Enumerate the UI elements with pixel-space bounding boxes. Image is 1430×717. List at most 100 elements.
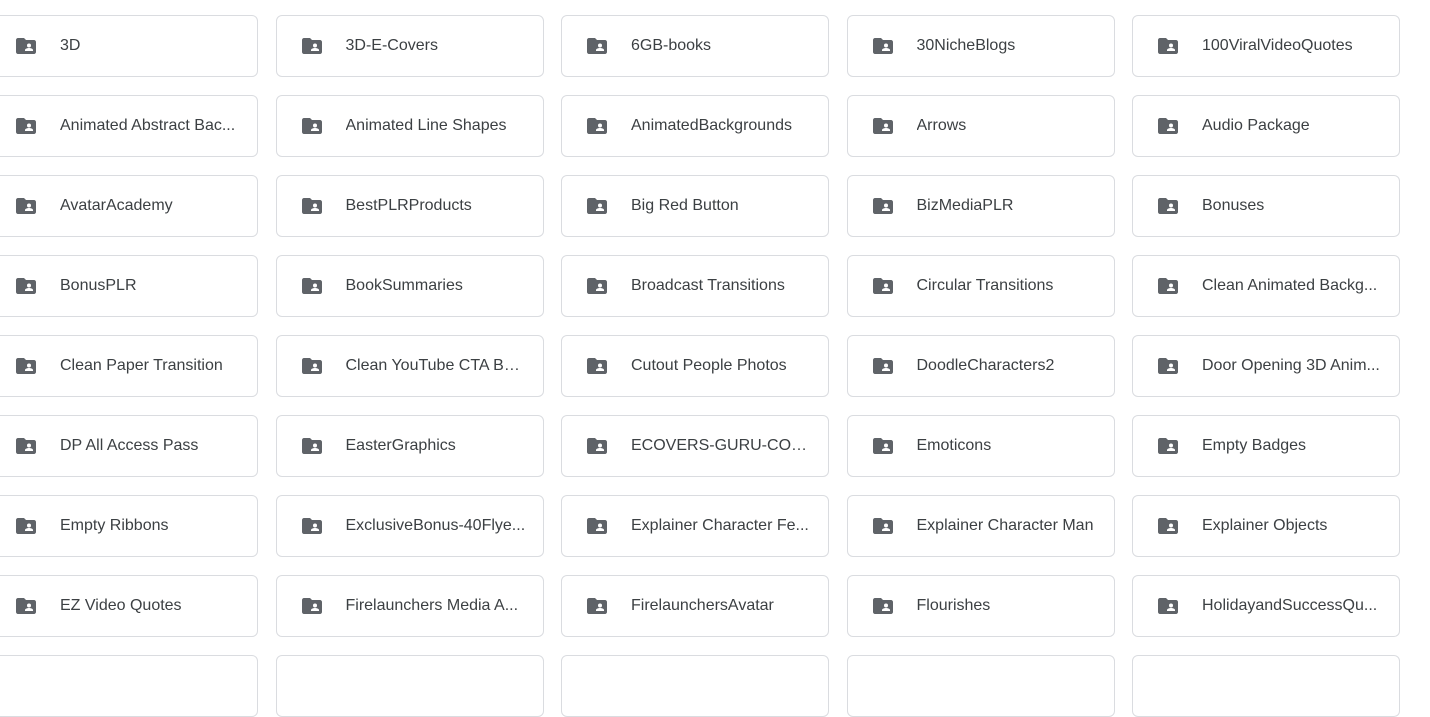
folder-item[interactable]: BonusPLR: [0, 255, 258, 317]
shared-folder-icon: [12, 354, 40, 378]
folder-item[interactable]: Flourishes: [846, 575, 1115, 637]
folder-item[interactable]: Clean YouTube CTA Bu...: [275, 335, 544, 397]
folder-name: AnimatedBackgrounds: [631, 117, 792, 134]
folder-name: EasterGraphics: [345, 437, 456, 454]
folder-item[interactable]: HolidayandSuccessQu...: [1132, 575, 1400, 637]
folder-item-partial[interactable]: [275, 655, 544, 717]
folder-name: Bonuses: [1202, 197, 1265, 214]
folder-item[interactable]: AnimatedBackgrounds: [561, 95, 829, 157]
shared-folder-icon: [1154, 594, 1182, 618]
shared-folder-icon: [583, 114, 611, 138]
shared-folder-icon: [583, 594, 611, 618]
shared-folder-icon: [1154, 194, 1182, 218]
folder-name: Arrows: [916, 117, 967, 134]
folder-item[interactable]: Arrows: [846, 95, 1115, 157]
shared-folder-icon: [869, 114, 897, 138]
folder-item[interactable]: Empty Ribbons: [0, 495, 258, 557]
folder-item[interactable]: Animated Line Shapes: [275, 95, 544, 157]
shared-folder-icon: [298, 434, 326, 458]
shared-folder-icon: [12, 114, 40, 138]
folder-name: ExclusiveBonus-40Flye...: [345, 517, 526, 534]
folder-name: AvatarAcademy: [60, 197, 173, 214]
folder-item[interactable]: Broadcast Transitions: [561, 255, 829, 317]
folder-item[interactable]: Clean Animated Backg...: [1132, 255, 1400, 317]
folder-item-partial[interactable]: [1132, 655, 1400, 717]
shared-folder-icon: [583, 354, 611, 378]
folder-item-partial[interactable]: [561, 655, 829, 717]
folder-name: Clean Animated Backg...: [1202, 277, 1378, 294]
folder-item[interactable]: BookSummaries: [275, 255, 544, 317]
folder-name: 3D-E-Covers: [345, 37, 438, 54]
shared-folder-icon: [1154, 34, 1182, 58]
folder-name: ECOVERS-GURU-COLL...: [631, 437, 811, 454]
folder-item[interactable]: Explainer Character Fe...: [561, 495, 829, 557]
folder-item[interactable]: Bonuses: [1132, 175, 1400, 237]
folder-item[interactable]: Big Red Button: [561, 175, 829, 237]
shared-folder-icon: [298, 514, 326, 538]
folder-name: Explainer Character Man: [916, 517, 1094, 534]
folder-item[interactable]: Emoticons: [846, 415, 1115, 477]
shared-folder-icon: [583, 274, 611, 298]
folder-item[interactable]: Empty Badges: [1132, 415, 1400, 477]
folder-name: 30NicheBlogs: [916, 37, 1016, 54]
folder-name: BizMediaPLR: [916, 197, 1014, 214]
folder-name: Empty Ribbons: [60, 517, 169, 534]
folder-name: Clean Paper Transition: [60, 357, 223, 374]
folder-item[interactable]: DoodleCharacters2: [846, 335, 1115, 397]
folder-item[interactable]: BestPLRProducts: [275, 175, 544, 237]
folder-name: Cutout People Photos: [631, 357, 787, 374]
shared-folder-icon: [298, 194, 326, 218]
shared-folder-icon: [869, 34, 897, 58]
folder-item[interactable]: ECOVERS-GURU-COLL...: [561, 415, 829, 477]
shared-folder-icon: [12, 434, 40, 458]
folder-name: 100ViralVideoQuotes: [1202, 37, 1353, 54]
shared-folder-icon: [12, 194, 40, 218]
folder-item[interactable]: Clean Paper Transition: [0, 335, 258, 397]
shared-folder-icon: [298, 354, 326, 378]
folder-item[interactable]: DP All Access Pass: [0, 415, 258, 477]
folder-name: HolidayandSuccessQu...: [1202, 597, 1378, 614]
shared-folder-icon: [869, 594, 897, 618]
shared-folder-icon: [1154, 114, 1182, 138]
folder-name: Firelaunchers Media A...: [345, 597, 519, 614]
folder-name: DoodleCharacters2: [916, 357, 1055, 374]
folder-name: EZ Video Quotes: [60, 597, 182, 614]
folder-item[interactable]: ExclusiveBonus-40Flye...: [275, 495, 544, 557]
folder-name: BookSummaries: [345, 277, 463, 294]
folder-item[interactable]: Explainer Character Man: [846, 495, 1115, 557]
shared-folder-icon: [298, 274, 326, 298]
folder-name: 3D: [60, 37, 81, 54]
folder-item[interactable]: 3D: [0, 15, 258, 77]
folder-name: Clean YouTube CTA Bu...: [345, 357, 526, 374]
folder-item[interactable]: BizMediaPLR: [846, 175, 1115, 237]
folder-name: BestPLRProducts: [345, 197, 472, 214]
shared-folder-icon: [869, 434, 897, 458]
folder-item[interactable]: EasterGraphics: [275, 415, 544, 477]
folder-item[interactable]: 100ViralVideoQuotes: [1132, 15, 1400, 77]
folder-name: Broadcast Transitions: [631, 277, 785, 294]
folder-item-partial[interactable]: [0, 655, 258, 717]
shared-folder-icon: [12, 274, 40, 298]
folder-item[interactable]: Cutout People Photos: [561, 335, 829, 397]
folder-item[interactable]: AvatarAcademy: [0, 175, 258, 237]
shared-folder-icon: [583, 34, 611, 58]
folder-item[interactable]: Animated Abstract Bac...: [0, 95, 258, 157]
folder-item[interactable]: FirelaunchersAvatar: [561, 575, 829, 637]
folder-name: FirelaunchersAvatar: [631, 597, 774, 614]
shared-folder-icon: [583, 434, 611, 458]
folder-item-partial[interactable]: [846, 655, 1115, 717]
folder-item[interactable]: 6GB-books: [561, 15, 829, 77]
shared-folder-icon: [12, 594, 40, 618]
folder-item[interactable]: Door Opening 3D Anim...: [1132, 335, 1400, 397]
folder-name: Door Opening 3D Anim...: [1202, 357, 1380, 374]
folder-item[interactable]: Circular Transitions: [846, 255, 1115, 317]
folder-name: Audio Package: [1202, 117, 1310, 134]
folder-item[interactable]: Explainer Objects: [1132, 495, 1400, 557]
shared-folder-icon: [869, 514, 897, 538]
folder-item[interactable]: 30NicheBlogs: [846, 15, 1115, 77]
folder-item[interactable]: Audio Package: [1132, 95, 1400, 157]
shared-folder-icon: [583, 514, 611, 538]
folder-item[interactable]: 3D-E-Covers: [275, 15, 544, 77]
folder-item[interactable]: EZ Video Quotes: [0, 575, 258, 637]
folder-item[interactable]: Firelaunchers Media A...: [275, 575, 544, 637]
